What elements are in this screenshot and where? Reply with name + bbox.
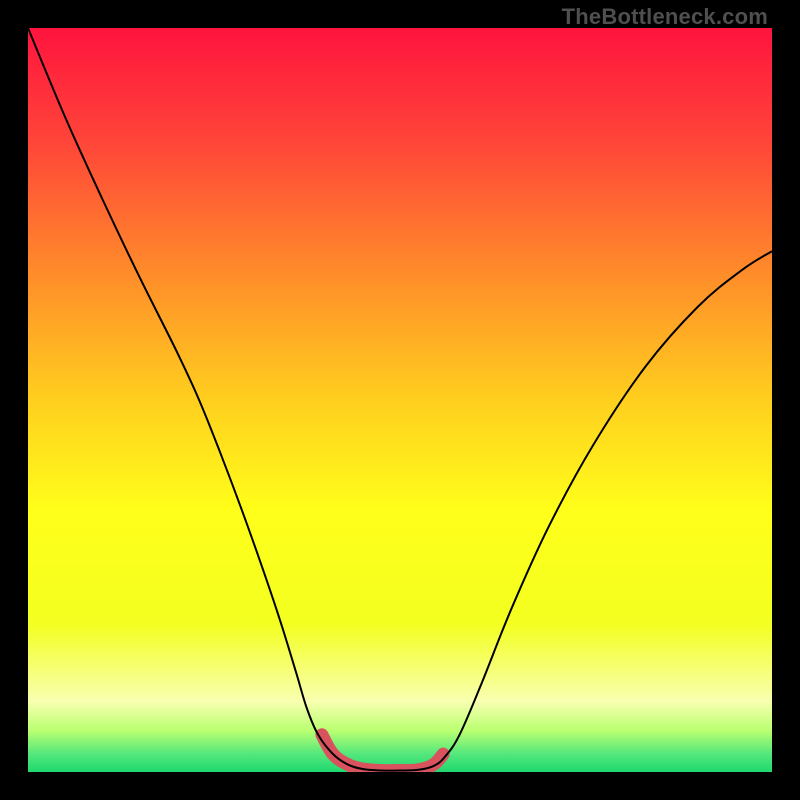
- bottleneck-chart: [28, 28, 772, 772]
- gradient-background: [28, 28, 772, 772]
- watermark-text: TheBottleneck.com: [562, 4, 768, 30]
- plot-area: [28, 28, 772, 772]
- chart-frame: TheBottleneck.com: [0, 0, 800, 800]
